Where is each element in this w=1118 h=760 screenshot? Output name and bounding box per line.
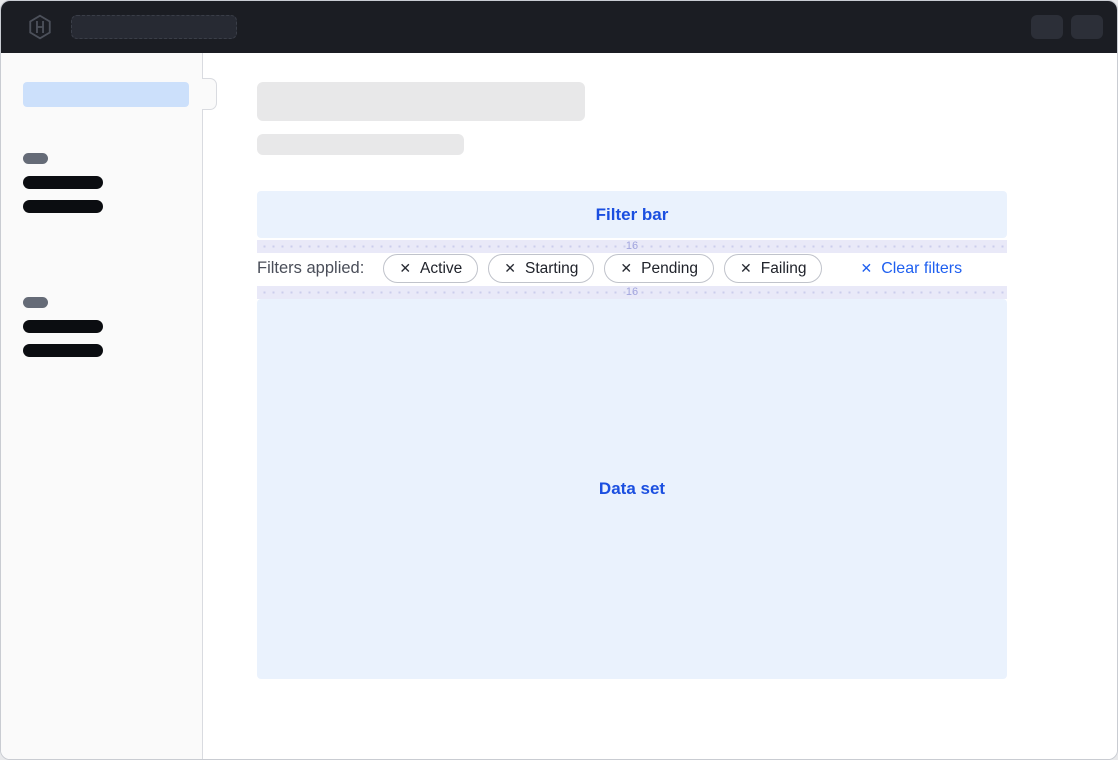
- filter-pill-label: Failing: [761, 260, 807, 278]
- search-input[interactable]: [71, 15, 237, 39]
- data-set-label: Data set: [599, 479, 665, 499]
- sidebar-group2-item-skeleton: [23, 344, 103, 357]
- spacing-annotation-bottom: 16: [257, 286, 1007, 299]
- main-content: Filter bar 16 Filters applied: ✕ Active …: [204, 53, 1118, 760]
- sidebar-group2-item-skeleton: [23, 320, 103, 333]
- filter-pill-active[interactable]: ✕ Active: [383, 254, 478, 283]
- filter-pill-label: Pending: [641, 260, 698, 278]
- topbar-action-button-1[interactable]: [1031, 15, 1063, 39]
- sidebar-group1-heading-skeleton: [23, 153, 48, 164]
- remove-filter-icon: ✕: [399, 260, 411, 277]
- remove-filter-icon: ✕: [504, 260, 516, 277]
- clear-filters-label: Clear filters: [881, 260, 962, 278]
- topbar: [1, 1, 1117, 53]
- filter-pill-label: Active: [420, 260, 462, 278]
- filter-bar-label: Filter bar: [596, 205, 669, 225]
- sidebar-group1-item-skeleton: [23, 176, 103, 189]
- page-title-skeleton: [257, 82, 585, 121]
- filter-pill-pending[interactable]: ✕ Pending: [604, 254, 714, 283]
- sidebar-selected-item[interactable]: [23, 82, 189, 107]
- filters-applied-label: Filters applied:: [257, 259, 364, 278]
- filter-pill-starting[interactable]: ✕ Starting: [488, 254, 594, 283]
- clear-filters-button[interactable]: ✕ Clear filters: [860, 260, 962, 278]
- filter-pill-failing[interactable]: ✕ Failing: [724, 254, 822, 283]
- filter-bar-panel: Filter bar: [257, 191, 1007, 238]
- remove-filter-icon: ✕: [740, 260, 752, 277]
- sidebar-resize-handle[interactable]: [202, 78, 217, 110]
- sidebar: [1, 53, 203, 760]
- filter-pill-label: Starting: [525, 260, 578, 278]
- filters-applied-row: Filters applied: ✕ Active ✕ Starting ✕ P…: [257, 253, 1007, 284]
- page-subtitle-skeleton: [257, 134, 464, 155]
- topbar-action-button-2[interactable]: [1071, 15, 1103, 39]
- hashicorp-logo-icon: [27, 14, 53, 40]
- data-set-panel: Data set: [257, 299, 1007, 679]
- app-window: Filter bar 16 Filters applied: ✕ Active …: [0, 0, 1118, 760]
- sidebar-group2-heading-skeleton: [23, 297, 48, 308]
- spacing-annotation-top: 16: [257, 240, 1007, 253]
- remove-filter-icon: ✕: [620, 260, 632, 277]
- clear-filters-x-icon: ✕: [860, 260, 872, 277]
- sidebar-group1-item-skeleton: [23, 200, 103, 213]
